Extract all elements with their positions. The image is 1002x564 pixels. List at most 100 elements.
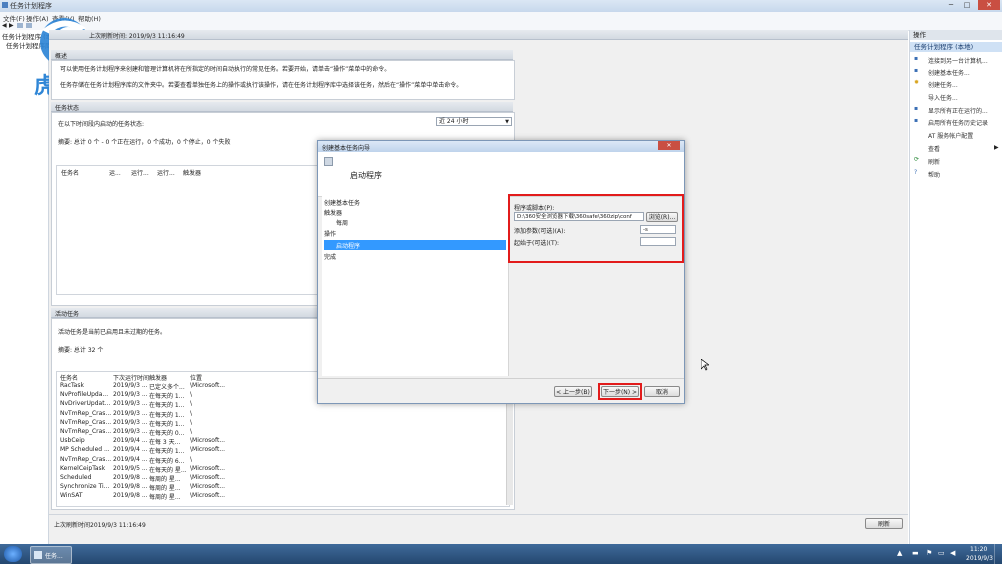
table-cell[interactable]: \: [190, 419, 192, 426]
table-cell[interactable]: 已定义多个...: [149, 382, 185, 391]
task-name-cell[interactable]: NvTmRep_Cras...: [60, 428, 111, 435]
minimize-button[interactable]: ─: [944, 0, 958, 10]
column-header[interactable]: 任务名: [60, 373, 78, 382]
table-cell[interactable]: 2019/9/3 ...: [113, 382, 148, 389]
back-button[interactable]: < 上一步(B): [554, 386, 592, 397]
table-cell[interactable]: 2019/9/4 ...: [113, 437, 148, 444]
dialog-divider: [318, 378, 684, 379]
table-cell[interactable]: 在每天的 1...: [149, 419, 184, 428]
task-name-cell[interactable]: NvProfileUpda...: [60, 391, 108, 398]
task-name-cell[interactable]: NvTmRep_Cras...: [60, 456, 111, 463]
table-cell[interactable]: \: [190, 410, 192, 417]
tray-flag-icon[interactable]: ⚑: [926, 549, 932, 557]
table-cell[interactable]: \: [190, 400, 192, 407]
table-cell[interactable]: 2019/9/3 ...: [113, 419, 148, 426]
clock-date[interactable]: 2019/9/3: [966, 555, 993, 562]
column-header[interactable]: 运行...: [157, 168, 175, 177]
action-connect[interactable]: 连接到另一台计算机...: [928, 56, 988, 65]
app-icon: [2, 2, 8, 8]
column-header[interactable]: 任务名: [61, 168, 79, 177]
action-import-task[interactable]: 导入任务...: [928, 93, 958, 102]
maximize-button[interactable]: □: [960, 0, 974, 10]
taskbar-task-label: 任务...: [45, 553, 63, 560]
task-name-cell[interactable]: RacTask: [60, 382, 84, 389]
dialog-close-button[interactable]: ✕: [658, 141, 680, 150]
tray-volume-icon[interactable]: ◀: [950, 549, 955, 557]
action-create-basic-task[interactable]: 创建基本任务...: [928, 68, 970, 77]
tray-network-icon[interactable]: ▬: [912, 549, 919, 557]
table-cell[interactable]: \Microsoft...: [190, 492, 225, 499]
table-cell[interactable]: 在每天的 1...: [149, 400, 184, 409]
task-name-cell[interactable]: NvTmRep_Cras...: [60, 410, 111, 417]
column-header[interactable]: 下次运行时间: [113, 373, 149, 382]
column-header[interactable]: 位置: [190, 373, 202, 382]
task-name-cell[interactable]: WinSAT: [60, 492, 83, 499]
status-bar: 上次刷新时间2019/9/3 11:16:49 刷新: [49, 514, 908, 545]
back-arrow-icon[interactable]: ◀: [2, 22, 7, 29]
table-cell[interactable]: 2019/9/3 ...: [113, 400, 148, 407]
table-cell[interactable]: \: [190, 391, 192, 398]
forward-arrow-icon[interactable]: ▶: [9, 22, 14, 29]
table-cell[interactable]: 在每 3 天...: [149, 437, 180, 446]
task-name-cell[interactable]: NvTmRep_Cras...: [60, 419, 111, 426]
table-cell[interactable]: \: [190, 428, 192, 435]
table-cell[interactable]: 在每天的 1...: [149, 391, 184, 400]
table-cell[interactable]: 在每天的 1...: [149, 446, 184, 455]
action-help[interactable]: 帮助: [928, 170, 940, 179]
column-header[interactable]: 运...: [109, 168, 121, 177]
tray-monitor-icon[interactable]: ▭: [938, 549, 945, 557]
action-create-task[interactable]: 创建任务...: [928, 80, 958, 89]
table-cell[interactable]: \Microsoft...: [190, 437, 225, 444]
action-view[interactable]: 查看: [928, 144, 940, 153]
table-cell[interactable]: \Microsoft...: [190, 382, 225, 389]
table-cell[interactable]: 2019/9/8 ...: [113, 474, 148, 481]
show-desktop-button[interactable]: [994, 544, 1002, 564]
column-header[interactable]: 触发器: [149, 373, 167, 382]
table-cell[interactable]: 2019/9/3 ...: [113, 410, 148, 417]
table-cell[interactable]: 在每天的 星...: [149, 465, 187, 474]
task-name-cell[interactable]: Scheduled: [60, 474, 91, 481]
table-cell[interactable]: \: [190, 456, 192, 463]
table-cell[interactable]: 2019/9/5 ...: [113, 465, 148, 472]
actions-selected-group[interactable]: 任务计划程序 (本地): [910, 42, 1002, 52]
table-cell[interactable]: 在每天的 1...: [149, 410, 184, 419]
action-enable-history[interactable]: 启用所有任务历史记录: [928, 118, 988, 127]
close-button[interactable]: ✕: [978, 0, 1000, 10]
taskbar-task-scheduler[interactable]: 任务...: [30, 546, 72, 564]
table-cell[interactable]: 2019/9/8 ...: [113, 492, 148, 499]
task-name-cell[interactable]: UsbCeip: [60, 437, 85, 444]
table-cell[interactable]: 2019/9/3 ...: [113, 391, 148, 398]
table-cell[interactable]: 在每天的 0...: [149, 428, 184, 437]
refresh-button[interactable]: 刷新: [865, 518, 903, 529]
table-cell[interactable]: 每周的 星...: [149, 492, 181, 501]
task-name-cell[interactable]: NvDriverUpdat...: [60, 400, 110, 407]
table-cell[interactable]: 每周的 星...: [149, 474, 181, 483]
table-cell[interactable]: \Microsoft...: [190, 483, 225, 490]
clock-time[interactable]: 11:20: [970, 546, 987, 553]
action-at-service[interactable]: AT 服务帐户配置: [928, 131, 973, 140]
folder-icon[interactable]: [17, 23, 23, 28]
table-cell[interactable]: 在每天的 6...: [149, 456, 184, 465]
table-cell[interactable]: 2019/9/3 ...: [113, 428, 148, 435]
table-cell[interactable]: 2019/9/4 ...: [113, 456, 148, 463]
period-select[interactable]: 近 24 小时 ▼: [436, 117, 512, 126]
column-header[interactable]: 触发器: [183, 168, 201, 177]
table-cell[interactable]: 2019/9/8 ...: [113, 483, 148, 490]
action-refresh[interactable]: 刷新: [928, 157, 940, 166]
task-name-cell[interactable]: MP Scheduled ...: [60, 446, 110, 453]
task-name-cell[interactable]: Synchronize Ti...: [60, 483, 109, 490]
cancel-button[interactable]: 取消: [644, 386, 680, 397]
overview-panel-header[interactable]: 概述: [51, 50, 513, 60]
table-cell[interactable]: \Microsoft...: [190, 465, 225, 472]
task-name-cell[interactable]: KernelCeipTask: [60, 465, 105, 472]
column-header[interactable]: 运行...: [131, 168, 149, 177]
summary-header: 上次刷新时间: 2019/9/3 11:16:49: [49, 30, 908, 40]
start-button[interactable]: [4, 546, 22, 562]
tray-expand-icon[interactable]: ▲: [897, 549, 902, 557]
table-cell[interactable]: \Microsoft...: [190, 474, 225, 481]
action-show-running[interactable]: 显示所有正在运行的...: [928, 106, 988, 115]
table-cell[interactable]: \Microsoft...: [190, 446, 225, 453]
table-cell[interactable]: 2019/9/4 ...: [113, 446, 148, 453]
task-status-header[interactable]: 任务状态: [51, 102, 513, 112]
table-cell[interactable]: 每周的 星...: [149, 483, 181, 492]
